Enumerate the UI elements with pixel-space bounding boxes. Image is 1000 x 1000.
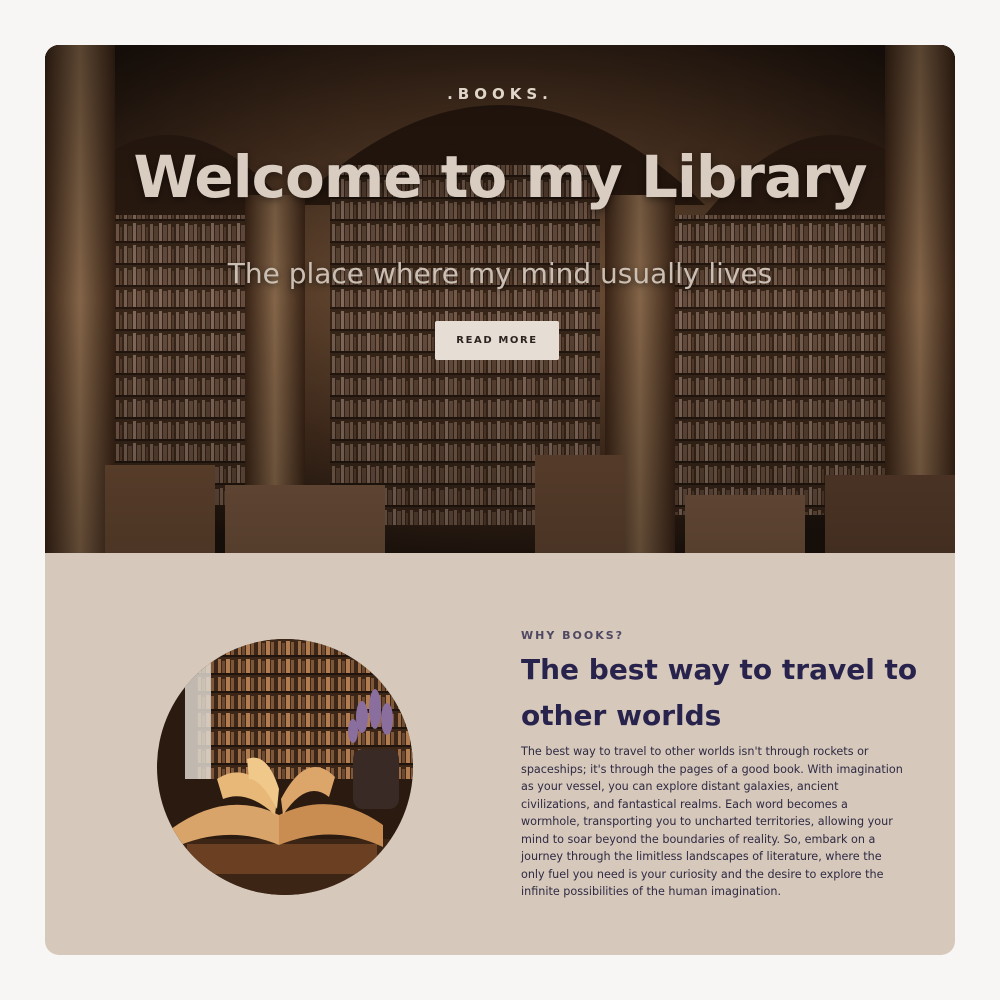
hero-title: Welcome to my Library [133, 143, 867, 211]
about-section: WHY BOOKS? The best way to travel to oth… [45, 553, 955, 955]
hero-subtitle: The place where my mind usually lives [227, 257, 773, 290]
hero-section: .BOOKS. Welcome to my Library The place … [45, 45, 955, 553]
page-card: .BOOKS. Welcome to my Library The place … [45, 45, 955, 955]
section-eyebrow: WHY BOOKS? [521, 629, 625, 642]
section-title: The best way to travel to other worlds [521, 653, 918, 732]
brand-logo: .BOOKS. [447, 85, 553, 103]
section-body-text: The best way to travel to other worlds i… [521, 745, 903, 898]
library-hall-image [45, 45, 955, 553]
read-more-button[interactable]: READ MORE [435, 321, 559, 360]
open-book-image [157, 639, 413, 895]
